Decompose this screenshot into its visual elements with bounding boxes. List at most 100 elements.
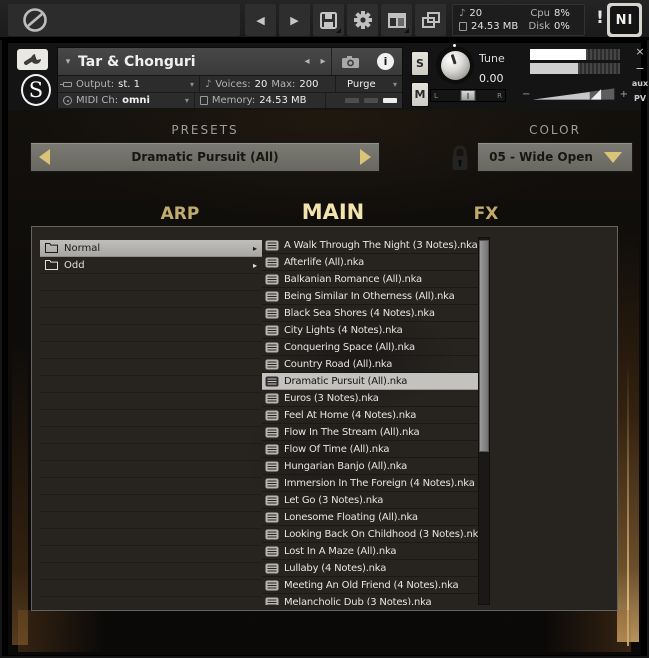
list-item[interactable]: Flow In The Stream (All).nka bbox=[262, 424, 478, 441]
pan-slider[interactable]: L R bbox=[430, 89, 506, 102]
purge-label: Purge bbox=[341, 79, 376, 90]
prev-instrument-icon[interactable]: ◂ bbox=[299, 56, 315, 67]
kontakt-toolbar: ◀ ▶ bbox=[0, 0, 649, 40]
list-item[interactable]: Meeting An Old Friend (4 Notes).nka bbox=[262, 577, 478, 594]
save-button[interactable] bbox=[313, 4, 344, 36]
file-name: Melancholic Dub (3 Notes).nka bbox=[284, 597, 431, 606]
kontakt-logo-icon bbox=[22, 7, 48, 33]
info-button[interactable]: i bbox=[369, 48, 402, 75]
folder-row-empty bbox=[40, 359, 262, 376]
kontakt-menu-button[interactable] bbox=[8, 4, 240, 36]
folder-row-empty bbox=[40, 529, 262, 546]
preset-prev-icon[interactable] bbox=[39, 149, 50, 165]
preset-selector[interactable]: Dramatic Pursuit (All) bbox=[30, 142, 380, 172]
list-item[interactable]: City Lights (4 Notes).nka bbox=[262, 322, 478, 339]
settings-button[interactable] bbox=[347, 4, 378, 36]
preset-file-icon bbox=[265, 274, 279, 285]
save-icon bbox=[320, 12, 337, 29]
list-item[interactable]: Lonesome Floating (All).nka bbox=[262, 509, 478, 526]
indicator-bar-lit bbox=[383, 98, 397, 103]
list-item[interactable]: Black Sea Shores (4 Notes).nka bbox=[262, 305, 478, 322]
disk-value: 0% bbox=[554, 21, 578, 32]
list-item[interactable]: Lost In A Maze (All).nka bbox=[262, 543, 478, 560]
file-name: Flow Of Time (All).nka bbox=[284, 444, 389, 455]
output-select[interactable]: Output: st. 1 ▾ bbox=[58, 76, 200, 92]
folder-item-odd[interactable]: Odd▸ bbox=[40, 257, 262, 274]
snapshot-button[interactable] bbox=[331, 48, 369, 75]
mute-button[interactable]: M bbox=[411, 82, 429, 107]
aux-button[interactable]: aux bbox=[628, 79, 649, 88]
folder-item-normal[interactable]: Normal▸ bbox=[40, 240, 262, 257]
file-name: Black Sea Shores (4 Notes).nka bbox=[284, 308, 435, 319]
tab-main[interactable]: MAIN bbox=[273, 200, 393, 226]
midi-channel-select[interactable]: MIDI Ch: omni ▾ bbox=[58, 93, 195, 108]
purge-menu[interactable]: Purge ▾ bbox=[336, 76, 402, 92]
lock-icon[interactable] bbox=[451, 145, 469, 172]
pan-handle[interactable] bbox=[461, 90, 476, 101]
tune-value: 0.00 bbox=[479, 72, 504, 85]
list-item[interactable]: Melancholic Dub (3 Notes).nka bbox=[262, 594, 478, 605]
memory-icon bbox=[200, 96, 208, 105]
list-item[interactable]: Being Similar In Otherness (All).nka bbox=[262, 288, 478, 305]
folder-pane: Normal▸Odd▸ bbox=[40, 240, 262, 606]
file-name: Euros (3 Notes).nka bbox=[284, 393, 379, 404]
list-item[interactable]: Conquering Space (All).nka bbox=[262, 339, 478, 356]
volume-wedge[interactable] bbox=[533, 87, 616, 101]
volume-slider[interactable]: − + bbox=[522, 87, 628, 101]
tab-fx[interactable]: FX bbox=[426, 204, 546, 226]
scrollbar-thumb[interactable] bbox=[479, 240, 489, 452]
midi-value: omni bbox=[122, 95, 150, 106]
list-item[interactable]: Hungarian Banjo (All).nka bbox=[262, 458, 478, 475]
cascade-windows-icon bbox=[422, 12, 440, 28]
collapse-caret-icon[interactable]: ▾ bbox=[58, 57, 78, 67]
voices-label: Voices: bbox=[215, 79, 250, 90]
panic-button[interactable]: ! bbox=[592, 8, 608, 28]
tune-label: Tune bbox=[479, 52, 505, 65]
performance-view-button[interactable]: PV bbox=[628, 94, 649, 103]
frame-glow-right-line bbox=[627, 360, 629, 646]
file-name: Immersion In The Foreign (4 Notes).nka bbox=[284, 478, 475, 489]
preset-file-icon bbox=[265, 257, 279, 268]
list-item[interactable]: Immersion In The Foreign (4 Notes).nka bbox=[262, 475, 478, 492]
instrument-header: S ▾ Tar & Chonguri ◂ ▸ i bbox=[8, 43, 641, 110]
folder-row-empty bbox=[40, 393, 262, 410]
list-item[interactable]: Let Go (3 Notes).nka bbox=[262, 492, 478, 509]
list-item[interactable]: Country Road (All).nka bbox=[262, 356, 478, 373]
tab-arp[interactable]: ARP bbox=[120, 204, 240, 226]
workspace-windows-button[interactable] bbox=[415, 4, 446, 36]
solo-button[interactable]: S bbox=[411, 51, 429, 76]
preset-file-icon bbox=[265, 359, 279, 370]
memory-icon bbox=[459, 22, 467, 31]
ni-logo-button[interactable]: NI bbox=[607, 3, 642, 37]
view-layout-button[interactable] bbox=[381, 4, 412, 36]
folder-row-empty bbox=[40, 325, 262, 342]
edit-instrument-button[interactable] bbox=[17, 49, 48, 70]
instrument-title-bar[interactable]: ▾ Tar & Chonguri ◂ ▸ i bbox=[58, 48, 402, 76]
back-button[interactable]: ◀ bbox=[245, 4, 276, 36]
list-item[interactable]: Dramatic Pursuit (All).nka bbox=[262, 373, 478, 390]
minimize-instrument-button[interactable]: − bbox=[628, 62, 649, 75]
instrument-logo: S bbox=[21, 74, 51, 106]
close-instrument-button[interactable]: × bbox=[628, 45, 649, 58]
next-instrument-icon[interactable]: ▸ bbox=[315, 56, 331, 67]
level-meter-left bbox=[530, 49, 620, 60]
preset-file-icon bbox=[265, 512, 279, 523]
list-item[interactable]: A Walk Through The Night (3 Notes).nka bbox=[262, 237, 478, 254]
max-label: Max: bbox=[271, 79, 295, 90]
list-item[interactable]: Balkanian Romance (All).nka bbox=[262, 271, 478, 288]
list-item[interactable]: Feel At Home (4 Notes).nka bbox=[262, 407, 478, 424]
list-item[interactable]: Afterlife (All).nka bbox=[262, 254, 478, 271]
folder-row-empty bbox=[40, 376, 262, 393]
color-dropdown[interactable]: 05 - Wide Open bbox=[477, 142, 633, 172]
list-item[interactable]: Looking Back On Childhood (3 Notes).nka bbox=[262, 526, 478, 543]
file-list-scrollbar[interactable] bbox=[478, 237, 490, 605]
forward-button[interactable]: ▶ bbox=[279, 4, 310, 36]
tune-knob[interactable] bbox=[436, 46, 474, 84]
indicator-bar bbox=[364, 98, 378, 103]
preset-next-icon[interactable] bbox=[360, 149, 371, 165]
list-item[interactable]: Lullaby (4 Notes).nka bbox=[262, 560, 478, 577]
meter-right-fill bbox=[530, 63, 578, 74]
list-item[interactable]: Flow Of Time (All).nka bbox=[262, 441, 478, 458]
list-item[interactable]: Euros (3 Notes).nka bbox=[262, 390, 478, 407]
folder-name: Odd bbox=[64, 260, 85, 271]
